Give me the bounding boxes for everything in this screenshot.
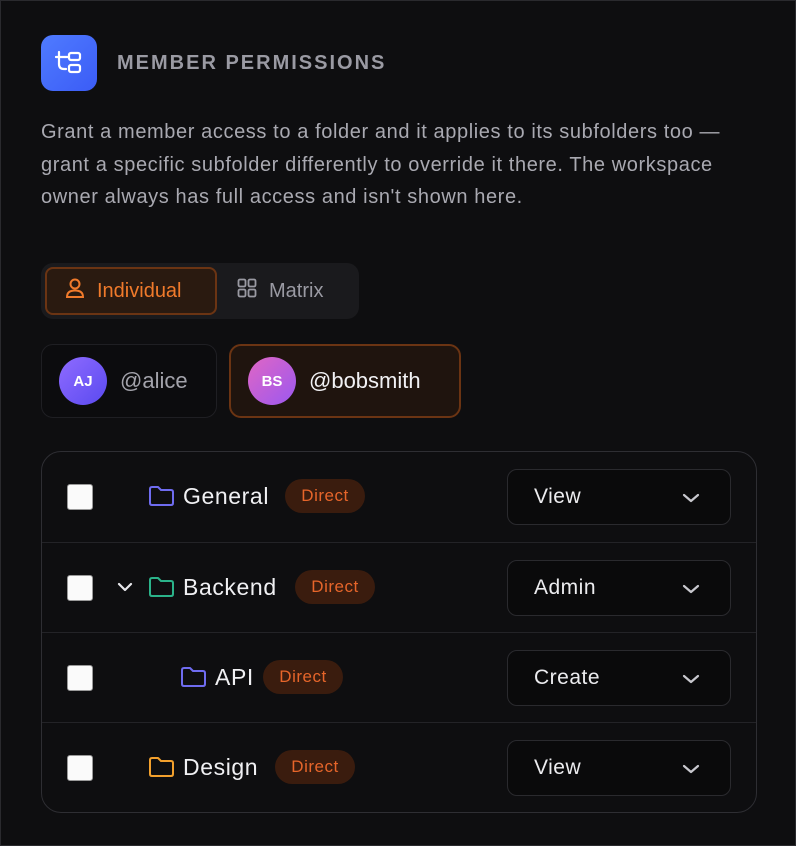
- direct-badge: Direct: [285, 479, 365, 513]
- member-handle: @bobsmith: [309, 368, 421, 393]
- folder-permissions-table: General Direct View Backend Direct Admin…: [41, 451, 757, 813]
- permission-value: Admin: [534, 576, 597, 599]
- folder-icon: [180, 666, 207, 693]
- permission-select[interactable]: Create: [507, 650, 731, 706]
- view-toggle: Individual Matrix: [41, 263, 359, 319]
- avatar: BS: [248, 357, 296, 405]
- row-checkbox[interactable]: [67, 665, 93, 691]
- panel-header: MEMBER PERMISSIONS: [41, 35, 386, 91]
- folder-icon: [148, 576, 175, 603]
- table-row: API Direct Create: [42, 632, 756, 723]
- grid-icon: [237, 278, 269, 304]
- direct-badge: Direct: [263, 660, 343, 694]
- table-row: Design Direct View: [42, 722, 756, 812]
- chevron-down-icon: [682, 762, 700, 780]
- permission-value: View: [534, 485, 582, 508]
- folder-name: Backend: [183, 574, 277, 600]
- page-title: MEMBER PERMISSIONS: [117, 51, 387, 74]
- permission-select[interactable]: View: [507, 740, 731, 796]
- user-icon: [65, 277, 97, 305]
- tab-matrix[interactable]: Matrix: [237, 267, 355, 315]
- expand-chevron-icon[interactable]: [116, 578, 134, 601]
- folder-icon: [148, 756, 175, 783]
- folder-name: General: [183, 483, 270, 509]
- chevron-down-icon: [682, 582, 700, 600]
- direct-badge: Direct: [275, 750, 355, 784]
- table-row: General Direct View: [42, 452, 756, 542]
- avatar: AJ: [59, 357, 107, 405]
- folder-icon: [148, 485, 175, 512]
- tab-individual[interactable]: Individual: [45, 267, 217, 315]
- direct-badge: Direct: [295, 570, 375, 604]
- description-text: Grant a member access to a folder and it…: [41, 121, 721, 208]
- permission-select[interactable]: Admin: [507, 560, 731, 616]
- member-permissions-panel: MEMBER PERMISSIONS Grant a member access…: [0, 0, 796, 846]
- permission-value: View: [534, 756, 582, 779]
- row-checkbox[interactable]: [67, 755, 93, 781]
- table-row: Backend Direct Admin: [42, 542, 756, 633]
- folder-name: Design: [183, 754, 259, 780]
- row-checkbox[interactable]: [67, 575, 93, 601]
- chevron-down-icon: [682, 672, 700, 690]
- tab-matrix-label: Matrix: [269, 279, 324, 302]
- row-checkbox[interactable]: [67, 484, 93, 510]
- folder-tree-icon: [41, 35, 97, 91]
- member-handle: @alice: [120, 368, 188, 393]
- member-chip-alice[interactable]: AJ @alice: [41, 344, 217, 418]
- tab-individual-label: Individual: [97, 279, 182, 302]
- permission-select[interactable]: View: [507, 469, 731, 525]
- chevron-down-icon: [682, 491, 700, 509]
- folder-name: API: [215, 664, 254, 690]
- permission-value: Create: [534, 666, 601, 689]
- member-chip-bobsmith[interactable]: BS @bobsmith: [229, 344, 461, 418]
